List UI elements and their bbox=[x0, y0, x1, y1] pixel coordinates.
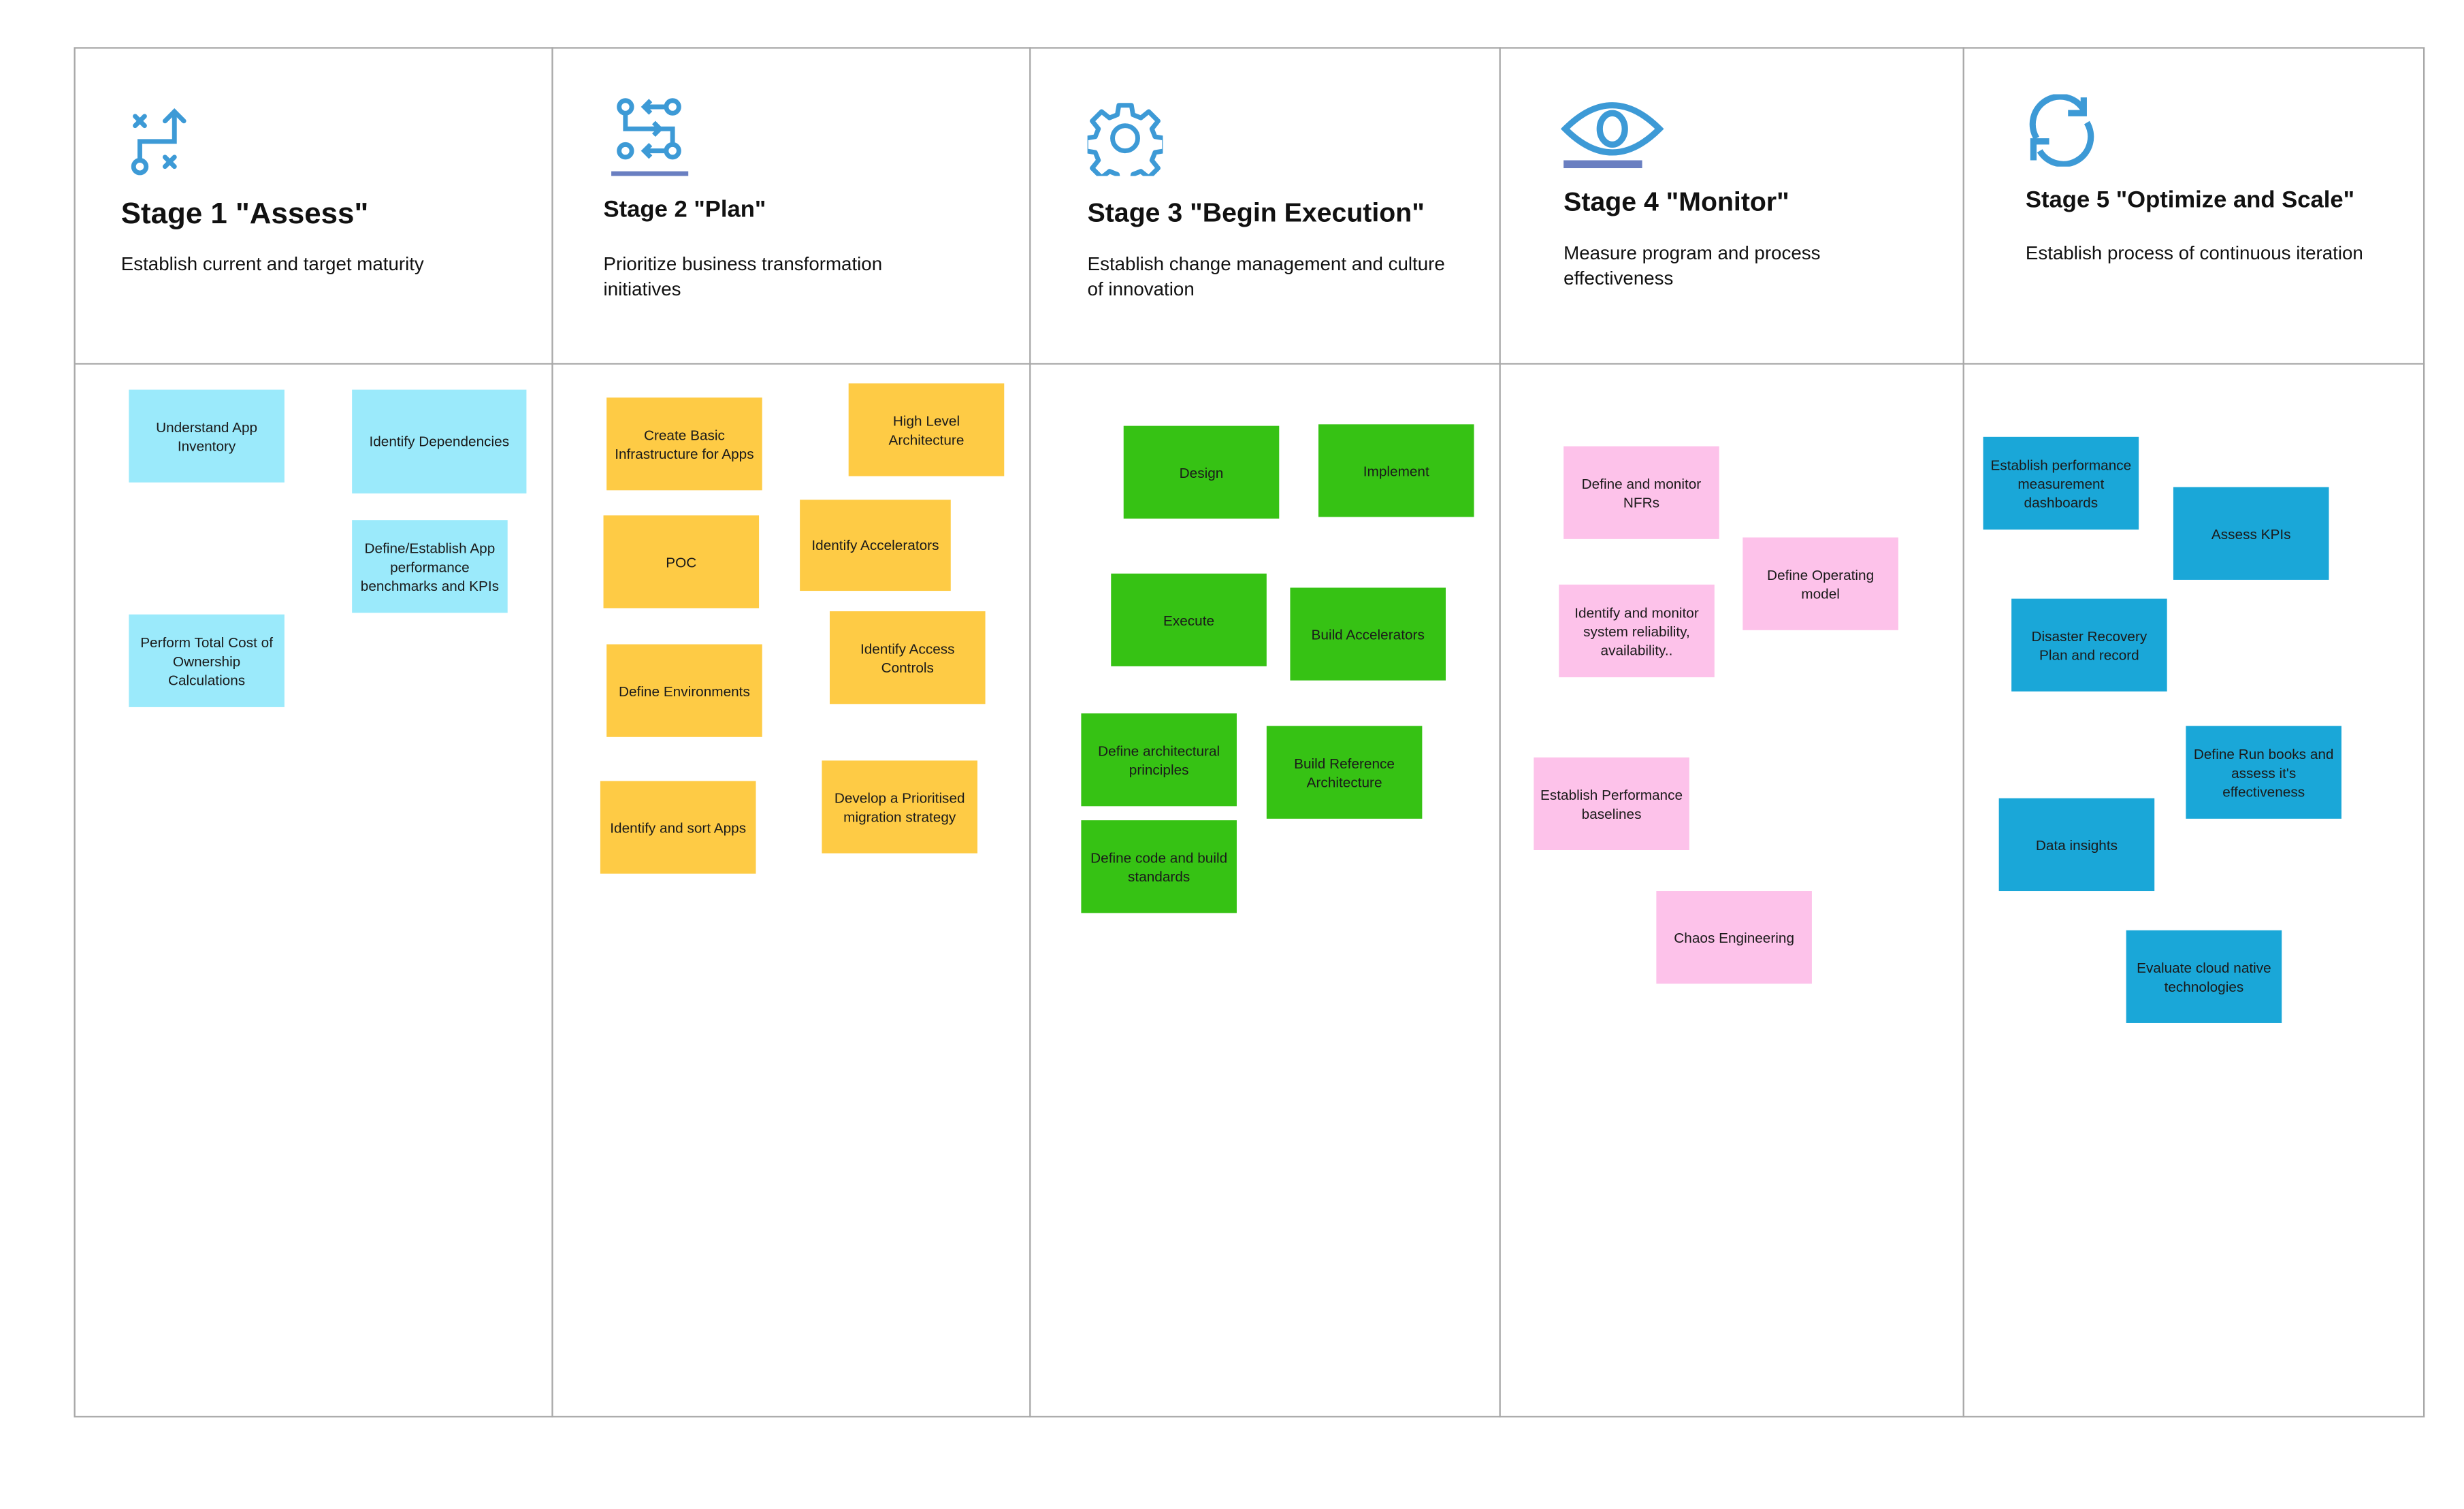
note-text: Perform Total Cost of Ownership Calculat… bbox=[140, 634, 273, 688]
stage-description: Establish process of continuous iteratio… bbox=[2025, 242, 2363, 264]
sticky-note[interactable]: Define Run books and assess it's effecti… bbox=[2186, 726, 2341, 819]
sticky-note[interactable]: Identify Accelerators bbox=[800, 500, 951, 591]
sticky-note[interactable]: Build Accelerators bbox=[1290, 587, 1446, 681]
sticky-note[interactable]: Implement bbox=[1318, 424, 1474, 517]
note-text: Create Basic Infrastructure for Apps bbox=[615, 426, 754, 461]
sticky-note[interactable]: High Level Architecture bbox=[848, 383, 1005, 476]
eye-icon bbox=[1560, 102, 1664, 169]
header-divider bbox=[74, 363, 2425, 365]
sticky-note[interactable]: Build Reference Architecture bbox=[1266, 726, 1423, 819]
note-text: Identify Dependencies bbox=[369, 434, 510, 450]
sticky-note[interactable]: Define Operating model bbox=[1742, 537, 1898, 630]
sticky-note[interactable]: Assess KPIs bbox=[2173, 487, 2329, 580]
sticky-note[interactable]: Execute bbox=[1111, 573, 1267, 666]
sticky-note[interactable]: Create Basic Infrastructure for Apps bbox=[606, 397, 762, 491]
sticky-note[interactable]: Develop a Prioritised migration strategy bbox=[822, 760, 978, 854]
column-divider bbox=[551, 47, 553, 1418]
note-text: Define architectural principles bbox=[1098, 742, 1220, 777]
note-text: Build Reference Architecture bbox=[1294, 755, 1395, 790]
note-text: Chaos Engineering bbox=[1674, 929, 1795, 945]
stage-board: Stage 1 "Assess" Establish current and t… bbox=[0, 0, 2464, 1508]
sticky-note[interactable]: Chaos Engineering bbox=[1656, 891, 1812, 984]
note-text: POC bbox=[666, 553, 697, 570]
sticky-note[interactable]: Identify Access Controls bbox=[829, 611, 986, 704]
sticky-note[interactable]: Design bbox=[1123, 425, 1280, 519]
note-text: Data insights bbox=[2035, 837, 2118, 853]
stage-title: Stage 2 "Plan" bbox=[603, 196, 766, 223]
sticky-note[interactable]: Understand App Inventory bbox=[129, 389, 285, 483]
note-text: Design bbox=[1179, 464, 1224, 481]
stage-title: Stage 3 "Begin Execution" bbox=[1087, 197, 1425, 228]
note-text: Identify Accelerators bbox=[811, 537, 939, 553]
sticky-note[interactable]: Identify Dependencies bbox=[352, 389, 527, 493]
note-text: Define Environments bbox=[618, 683, 750, 699]
note-text: Assess KPIs bbox=[2211, 525, 2291, 542]
note-text: High Level Architecture bbox=[888, 412, 964, 447]
note-text: Define code and build standards bbox=[1090, 849, 1228, 884]
sticky-note[interactable]: Define architectural principles bbox=[1081, 713, 1237, 807]
note-text: Implement bbox=[1363, 462, 1429, 478]
sticky-note[interactable]: Identify and monitor system reliability,… bbox=[1559, 584, 1715, 678]
gear-icon bbox=[1087, 103, 1163, 176]
sticky-note[interactable]: Define and monitor NFRs bbox=[1563, 446, 1719, 539]
stage-description: Establish current and target maturity bbox=[120, 253, 424, 276]
sticky-note[interactable]: Define code and build standards bbox=[1081, 820, 1237, 913]
note-text: Define/Establish App performance benchma… bbox=[360, 540, 500, 594]
sticky-note[interactable]: Establish performance measurement dashbo… bbox=[1983, 436, 2139, 530]
note-text: Identify Access Controls bbox=[860, 640, 955, 675]
note-text: Establish Performance baselines bbox=[1540, 786, 1683, 822]
note-text: Identify and sort Apps bbox=[610, 819, 747, 836]
refresh-icon bbox=[2029, 94, 2094, 167]
stage-title: Stage 5 "Optimize and Scale" bbox=[2025, 186, 2355, 214]
sticky-note[interactable]: Disaster Recovery Plan and record bbox=[2011, 598, 2167, 692]
note-text: Build Accelerators bbox=[1311, 626, 1425, 643]
note-text: Establish performance measurement dashbo… bbox=[1990, 456, 2132, 510]
stage-title: Stage 1 "Assess" bbox=[120, 197, 369, 231]
stage-description: Establish change management and culture … bbox=[1087, 253, 1445, 300]
note-text: Disaster Recovery Plan and record bbox=[2031, 628, 2147, 663]
sticky-note[interactable]: Evaluate cloud native technologies bbox=[2126, 930, 2282, 1023]
column-divider bbox=[1499, 47, 1501, 1418]
column-divider bbox=[1029, 47, 1031, 1418]
stage-description: Measure program and process effectivenes… bbox=[1563, 242, 1821, 289]
note-text: Define and monitor NFRs bbox=[1581, 475, 1702, 510]
note-text: Evaluate cloud native technologies bbox=[2137, 959, 2271, 994]
note-text: Define Operating model bbox=[1767, 566, 1875, 602]
note-text: Identify and monitor system reliability,… bbox=[1574, 604, 1699, 658]
strategy-path-icon bbox=[131, 108, 187, 176]
note-text: Execute bbox=[1163, 612, 1215, 628]
sticky-note[interactable]: POC bbox=[603, 515, 760, 609]
sticky-note[interactable]: Define Environments bbox=[606, 644, 762, 737]
note-text: Develop a Prioritised migration strategy bbox=[834, 790, 965, 824]
stage-title: Stage 4 "Monitor" bbox=[1563, 186, 1789, 217]
sticky-note[interactable]: Perform Total Cost of Ownership Calculat… bbox=[129, 614, 285, 707]
note-text: Define Run books and assess it's effecti… bbox=[2193, 745, 2334, 799]
sticky-note[interactable]: Identify and sort Apps bbox=[600, 781, 756, 874]
sticky-note[interactable]: Define/Establish App performance benchma… bbox=[352, 520, 508, 613]
sticky-note[interactable]: Data insights bbox=[1998, 798, 2155, 892]
stage-description: Prioritize business transformation initi… bbox=[603, 253, 883, 300]
note-text: Understand App Inventory bbox=[156, 419, 258, 454]
workflow-icon bbox=[611, 98, 689, 176]
sticky-note[interactable]: Establish Performance baselines bbox=[1534, 757, 1689, 851]
column-divider bbox=[1962, 47, 1964, 1418]
